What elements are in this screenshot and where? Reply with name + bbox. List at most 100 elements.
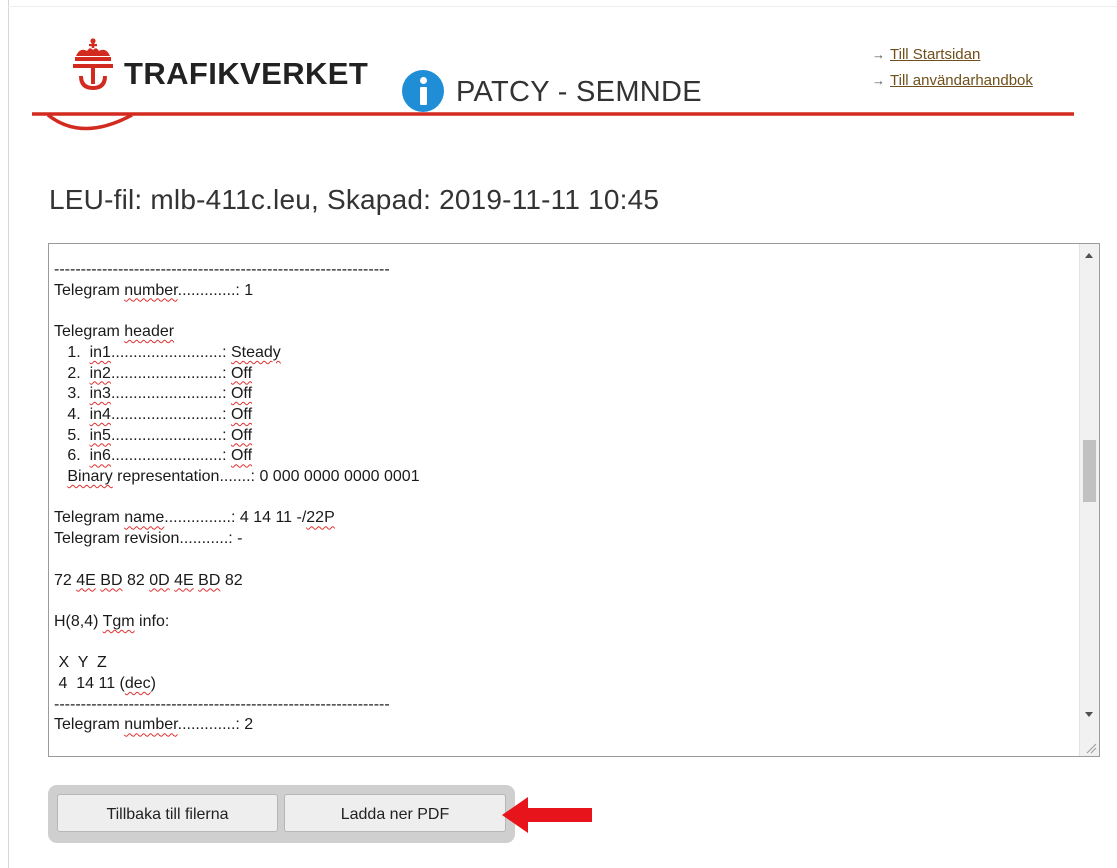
- text-segment: 2.: [54, 364, 90, 382]
- page-border-top: [8, 6, 1117, 7]
- telegram-text-content: ----------------------------------------…: [54, 260, 420, 736]
- spellcheck-word: in1: [89, 343, 111, 361]
- vertical-scrollbar[interactable]: [1079, 244, 1099, 756]
- text-line: ----------------------------------------…: [54, 260, 420, 281]
- header-links: → Till Startsidan → Till användarhandbok: [872, 46, 1033, 98]
- text-line: Telegram number.............: 2: [54, 715, 420, 736]
- text-segment: H(8,4): [54, 612, 103, 630]
- resize-grip-icon[interactable]: [1085, 742, 1097, 754]
- scroll-up-arrow-icon[interactable]: [1085, 253, 1093, 258]
- text-line: 4 14 11 (dec): [54, 674, 420, 695]
- spellcheck-word: Off: [230, 447, 253, 465]
- text-line: [54, 301, 420, 322]
- text-line: 1. in1.........................: Steady: [54, 343, 420, 364]
- text-line: [54, 633, 420, 654]
- text-segment: .............: 2: [177, 716, 254, 734]
- spellcheck-word: Binary: [67, 468, 113, 486]
- brand-name: TRAFIKVERKET: [124, 56, 369, 91]
- text-segment: ...............: 4 14 11 -/: [164, 509, 307, 527]
- spellcheck-word: Off: [230, 385, 253, 403]
- spellcheck-word: Off: [230, 405, 253, 423]
- spellcheck-word: in6: [89, 447, 111, 465]
- text-line: Telegram name...............: 4 14 11 -/…: [54, 508, 420, 529]
- text-segment: .........................:: [110, 385, 231, 403]
- text-segment: 3.: [54, 385, 90, 403]
- spellcheck-word: 22P: [306, 509, 335, 527]
- spellcheck-word: number: [124, 716, 178, 734]
- text-line: 72 4E BD 82 0D 4E BD 82: [54, 571, 420, 592]
- text-line: Telegram header: [54, 322, 420, 343]
- text-segment: 82: [220, 571, 243, 589]
- scrollbar-thumb[interactable]: [1083, 440, 1096, 502]
- text-line: Telegram revision...........: -: [54, 529, 420, 550]
- text-line: 6. in6.........................: Off: [54, 446, 420, 467]
- text-segment: info:: [134, 612, 170, 630]
- button-group: Tillbaka till filerna Ladda ner PDF: [48, 785, 515, 843]
- spellcheck-word: name: [124, 509, 165, 527]
- text-segment: Telegram revision...........: -: [54, 530, 243, 548]
- text-segment: X Y Z: [54, 654, 107, 672]
- link-startsidan[interactable]: → Till Startsidan: [872, 46, 1033, 72]
- text-segment: .........................:: [110, 405, 231, 423]
- text-line: 4. in4.........................: Off: [54, 405, 420, 426]
- text-segment: [54, 468, 67, 485]
- trafikverket-logo-icon: [73, 38, 113, 90]
- text-segment: 5.: [54, 426, 90, 444]
- text-line: 3. in3.........................: Off: [54, 384, 420, 405]
- text-segment: 4.: [54, 405, 90, 423]
- text-line: Telegram number.............: 1: [54, 281, 420, 302]
- spellcheck-word: number: [124, 281, 178, 299]
- text-line: H(8,4) Tgm info:: [54, 612, 420, 633]
- spellcheck-word: Tgm: [102, 612, 135, 630]
- text-line: Binary representation.......: 0 000 0000…: [54, 467, 420, 488]
- spellcheck-word: 4E: [76, 571, 96, 589]
- link-anvandarhandbok[interactable]: → Till användarhandbok: [872, 72, 1033, 98]
- spellcheck-word: in3: [89, 385, 111, 403]
- text-segment: 1.: [54, 343, 90, 361]
- back-to-files-button[interactable]: Tillbaka till filerna: [57, 794, 278, 832]
- arrow-right-icon: →: [872, 47, 885, 62]
- spellcheck-word: in4: [89, 405, 111, 423]
- text-segment: .........................:: [110, 364, 231, 382]
- arrow-right-icon: →: [872, 73, 885, 88]
- download-pdf-button[interactable]: Ladda ner PDF: [284, 794, 506, 832]
- text-line: 5. in5.........................: Off: [54, 426, 420, 447]
- text-segment: ----------------------------------------…: [54, 261, 390, 278]
- text-line: [54, 550, 420, 571]
- text-segment: ): [150, 675, 156, 693]
- spellcheck-word: Off: [230, 426, 253, 444]
- text-segment: Telegram: [54, 281, 125, 299]
- spellcheck-word: 4E: [174, 571, 194, 589]
- spellcheck-word: BD: [100, 571, 123, 589]
- link-anvandarhandbok-label[interactable]: Till användarhandbok: [890, 72, 1033, 89]
- text-segment: 82: [122, 571, 150, 589]
- scroll-down-arrow-icon[interactable]: [1085, 712, 1093, 717]
- text-line: X Y Z: [54, 653, 420, 674]
- text-segment: Telegram: [54, 323, 125, 341]
- spellcheck-word: header: [124, 323, 175, 341]
- telegram-text-area[interactable]: ----------------------------------------…: [48, 243, 1100, 757]
- text-segment: ----------------------------------------…: [54, 695, 390, 713]
- link-startsidan-label[interactable]: Till Startsidan: [890, 46, 980, 63]
- spellcheck-word: dec: [124, 675, 151, 693]
- text-segment: 6.: [54, 447, 90, 465]
- text-line: [54, 488, 420, 509]
- text-line: [54, 591, 420, 612]
- page-title: LEU-fil: mlb-411c.leu, Skapad: 2019-11-1…: [49, 184, 660, 215]
- text-segment: Telegram: [54, 509, 125, 527]
- spellcheck-word: 0D: [149, 571, 170, 589]
- text-segment: .........................:: [110, 447, 231, 465]
- text-segment: 72: [54, 571, 77, 589]
- spellcheck-word: Off: [230, 364, 253, 382]
- text-segment: representation.......: 0 000 0000 0000 0…: [112, 468, 420, 486]
- spellcheck-word: in5: [89, 426, 111, 444]
- red-arrow-icon: [502, 797, 592, 833]
- text-segment: .........................:: [110, 343, 231, 361]
- text-segment: .........................:: [110, 426, 231, 444]
- header-rule: [32, 112, 1074, 131]
- text-segment: 4 14 11 (: [54, 675, 125, 693]
- spellcheck-word: BD: [198, 571, 221, 589]
- spellcheck-word: Steady: [230, 343, 281, 361]
- text-line: ----------------------------------------…: [54, 695, 420, 716]
- text-segment: Telegram: [54, 716, 125, 734]
